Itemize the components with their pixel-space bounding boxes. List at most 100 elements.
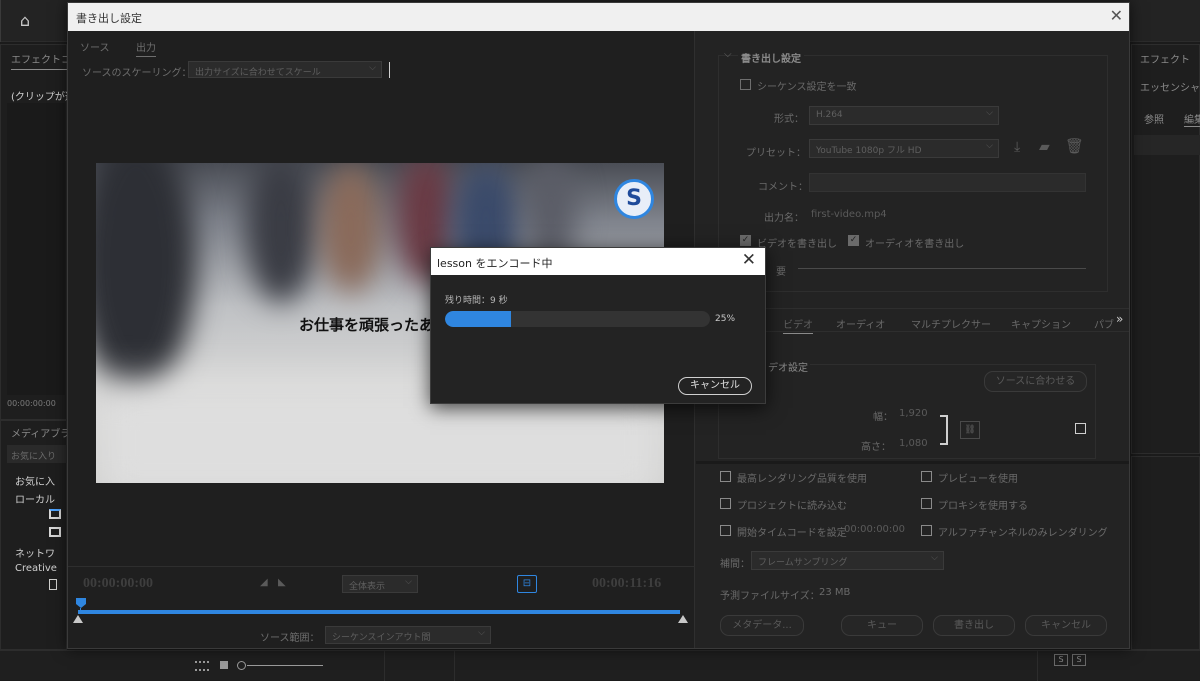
tree-local[interactable]: ローカル — [15, 491, 55, 506]
collapse-icon[interactable]: ⌵ — [724, 49, 732, 60]
list-icon[interactable] — [195, 661, 209, 671]
tree-network[interactable]: ネットワ — [15, 545, 55, 560]
use-preview-label: プレビューを使用 — [938, 474, 1018, 485]
delete-preset-icon[interactable]: 🗑 — [1065, 137, 1084, 155]
source-range-label: ソース範囲： — [260, 633, 320, 644]
tab-multiplexer[interactable]: マルチプレクサー — [911, 316, 991, 331]
start-timecode-checkbox[interactable] — [720, 525, 731, 536]
close-icon[interactable]: ✕ — [1110, 6, 1123, 25]
home-icon[interactable]: ⌂ — [12, 10, 38, 32]
timecode: 00:00:00:00 — [7, 399, 56, 408]
export-button[interactable]: 書き出し — [933, 615, 1015, 636]
timecode-start[interactable]: 00:00:00:00 — [83, 576, 153, 592]
set-in-icon[interactable]: ◢ — [260, 577, 268, 588]
solo-button[interactable]: S — [1054, 654, 1068, 666]
alpha-only-checkbox[interactable] — [921, 525, 932, 536]
square-icon[interactable] — [220, 661, 228, 669]
tab-essential-graphics[interactable]: エッセンシャ — [1140, 79, 1200, 94]
source-range-dropdown[interactable]: シーケンスインアウト間 — [325, 626, 491, 644]
export-audio-checkbox[interactable]: ✓ — [848, 235, 859, 246]
interpolation-dropdown[interactable]: フレームサンプリング — [751, 551, 944, 570]
tab-edit[interactable]: 編集 — [1184, 111, 1200, 127]
file-icon[interactable] — [49, 579, 57, 590]
match-sequence-label: シーケンス設定を一致 — [757, 82, 857, 93]
remaining-time: 残り時間：9 秒 — [445, 296, 508, 306]
bottom-strip: S S — [0, 650, 1200, 681]
tab-browse[interactable]: 参照 — [1144, 111, 1164, 126]
zoom-slider-handle[interactable] — [237, 661, 246, 670]
export-video-label: ビデオを書き出し — [757, 239, 837, 250]
effects-panel: エフェクト エッセンシャ 参照 編集 — [1131, 44, 1200, 454]
format-label: 形式： — [774, 114, 804, 125]
preset-label: プリセット： — [746, 148, 806, 159]
use-preview-checkbox[interactable] — [921, 471, 932, 482]
match-source-button[interactable]: ソースに合わせる — [984, 371, 1087, 392]
queue-button[interactable]: キュー — [841, 615, 923, 636]
aspect-checkbox[interactable] — [1075, 423, 1086, 434]
encoding-title: lesson をエンコード中 — [437, 257, 553, 270]
tab-effects[interactable]: エフェクト — [1140, 51, 1190, 66]
audio-meter-panel: S S — [1037, 651, 1129, 681]
tab-output[interactable]: 出力 — [136, 39, 156, 57]
in-point-marker[interactable] — [73, 615, 83, 623]
width-value[interactable]: 1,920 — [899, 408, 928, 419]
start-timecode-label: 開始タイムコードを設定 — [737, 528, 847, 539]
max-quality-checkbox[interactable] — [720, 471, 731, 482]
drive-icon[interactable] — [49, 509, 61, 519]
preset-dropdown[interactable]: YouTube 1080p フル HD — [809, 139, 999, 158]
import-preset-icon[interactable]: ▰ — [1039, 139, 1050, 155]
filesize-label: 予測ファイルサイズ： — [720, 591, 820, 602]
zoom-dropdown[interactable]: 全体表示 — [342, 575, 418, 593]
scaling-dropdown[interactable]: 出力サイズに合わせてスケール — [188, 61, 382, 78]
export-audio-label: オーディオを書き出し — [865, 239, 965, 250]
favorites-dropdown[interactable]: お気に入り — [7, 445, 67, 463]
close-icon[interactable]: ✕ — [742, 250, 756, 270]
aspect-ratio-icon[interactable]: ⊟ — [517, 575, 537, 593]
section-divider — [696, 461, 1129, 464]
export-video-checkbox[interactable]: ✓ — [740, 235, 751, 246]
save-preset-icon[interactable]: ⤓ — [1014, 139, 1020, 155]
video-settings-header: デオ設定 — [766, 359, 810, 374]
timeline-range-bar[interactable] — [78, 610, 680, 614]
text-cursor — [389, 62, 390, 78]
start-timecode-value[interactable]: 00:00:00:00 — [844, 524, 905, 535]
effect-area — [7, 103, 65, 395]
layer-row — [1134, 135, 1200, 155]
tree-creative-cloud[interactable]: Creative — [15, 563, 57, 574]
tree-favorites[interactable]: お気に入 — [15, 473, 55, 488]
tab-audio[interactable]: オーディオ — [836, 316, 885, 331]
cancel-encoding-button[interactable]: キャンセル — [678, 377, 752, 395]
solo-button[interactable]: S — [1072, 654, 1086, 666]
progress-percent: 25% — [715, 314, 736, 324]
timecode-end[interactable]: 00:00:11:16 — [592, 576, 661, 592]
match-sequence-checkbox[interactable] — [740, 79, 751, 90]
zoom-slider[interactable] — [247, 665, 323, 666]
dialog-title: 書き出し設定 — [76, 12, 142, 25]
link-icon[interactable]: ⛓ — [960, 421, 980, 439]
import-project-checkbox[interactable] — [720, 498, 731, 509]
cancel-button[interactable]: キャンセル — [1025, 615, 1107, 636]
logo-icon: S — [614, 179, 654, 219]
summary-label: 要 — [776, 267, 786, 278]
output-name-link[interactable]: first-video.mp4 — [811, 209, 887, 220]
encoding-title-bar: lesson をエンコード中 ✕ — [431, 248, 765, 275]
playhead[interactable] — [76, 598, 86, 608]
blur-person — [96, 163, 196, 393]
out-point-marker[interactable] — [678, 615, 688, 623]
link-bracket — [940, 415, 948, 445]
tab-media-browser[interactable]: メディアブラ — [11, 425, 70, 440]
use-proxy-checkbox[interactable] — [921, 498, 932, 509]
tab-video[interactable]: ビデオ — [783, 316, 813, 334]
tab-captions[interactable]: キャプション — [1011, 316, 1071, 331]
format-dropdown[interactable]: H.264 — [809, 106, 999, 125]
tab-publish[interactable]: パブ — [1094, 316, 1114, 331]
metadata-button[interactable]: メタデータ... — [720, 615, 804, 636]
set-out-icon[interactable]: ◣ — [278, 577, 286, 588]
tab-effect-controls[interactable]: エフェクトコ — [11, 51, 71, 70]
drive-icon[interactable] — [49, 527, 61, 537]
tab-source[interactable]: ソース — [80, 39, 110, 54]
project-footer — [67, 651, 385, 681]
height-value[interactable]: 1,080 — [899, 438, 928, 449]
more-tabs-icon[interactable]: » — [1116, 312, 1123, 326]
comment-input[interactable] — [809, 173, 1086, 192]
